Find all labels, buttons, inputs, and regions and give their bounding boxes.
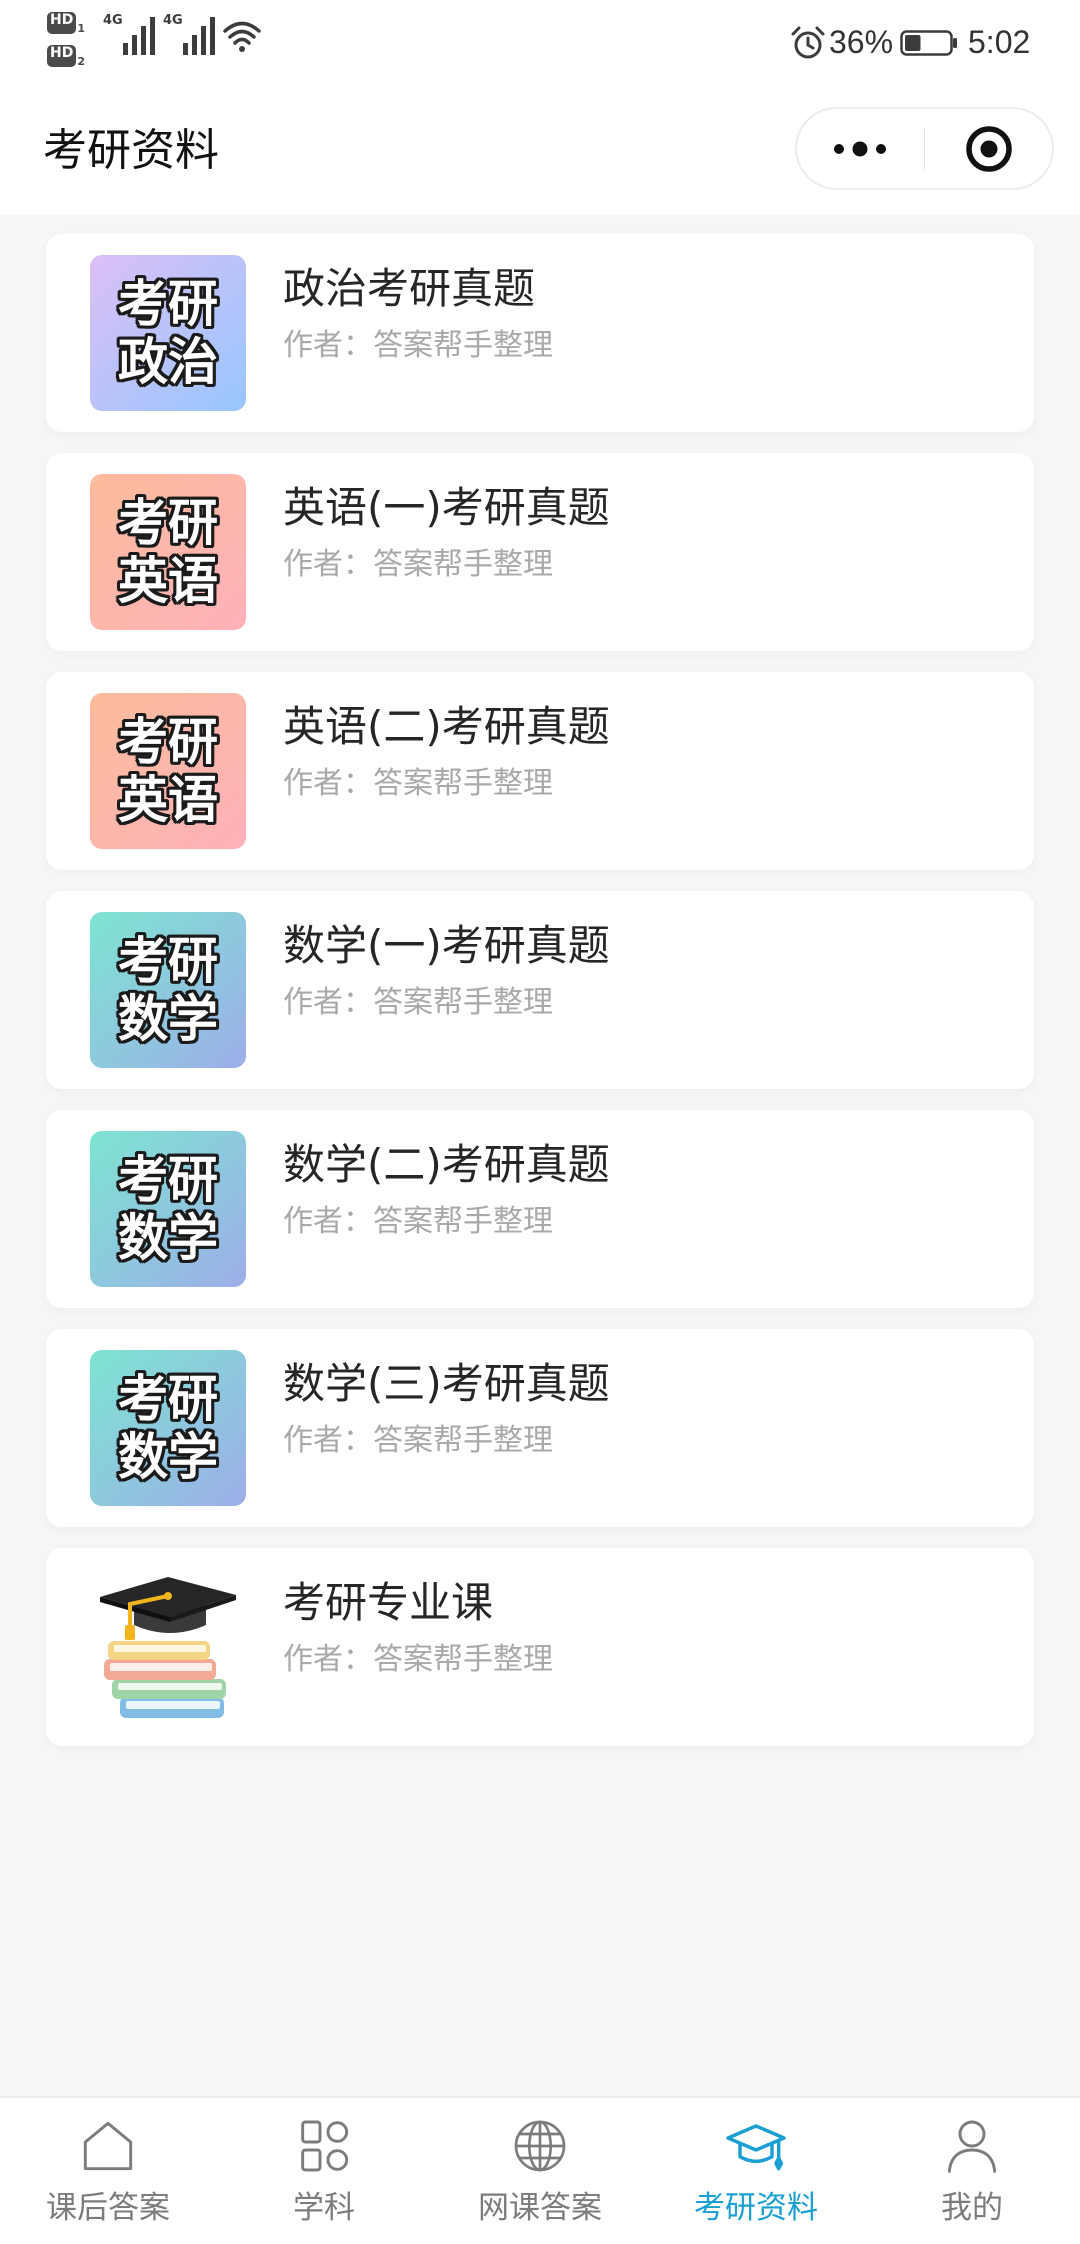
sim1-hd-badge: HD 1 [47, 12, 85, 34]
menu-capsule [795, 107, 1054, 190]
battery-percentage: 36% [829, 24, 894, 60]
list-item[interactable]: 考研 数学 数学(三)考研真题 作者：答案帮手整理 [46, 1329, 1034, 1527]
tab-homework-answers[interactable]: 课后答案 [0, 2098, 216, 2244]
graduation-cap-icon [724, 2114, 788, 2178]
network-type: 4G [163, 13, 183, 28]
item-author: 作者：答案帮手整理 [283, 547, 553, 582]
cover-text: 数学 [118, 1209, 218, 1267]
material-list: 考研 政治 政治考研真题 作者：答案帮手整理 考研 英语 英语(一)考研真题 作… [46, 234, 1034, 1746]
network-type: 4G [103, 13, 123, 28]
hd-label: HD [47, 12, 77, 34]
cover-text: 数学 [118, 1428, 218, 1486]
item-title: 英语(一)考研真题 [283, 483, 610, 532]
item-title: 数学(三)考研真题 [283, 1359, 610, 1408]
cover-text: 考研 [118, 713, 218, 771]
graduation-cap-books-icon [100, 1577, 236, 1718]
item-author: 作者：答案帮手整理 [283, 1423, 553, 1458]
cover-text: 考研 [118, 1370, 218, 1428]
more-button[interactable] [797, 109, 924, 188]
tab-subjects[interactable]: 学科 [216, 2098, 432, 2244]
cover-text: 英语 [118, 552, 218, 610]
hd-label: HD [47, 45, 77, 67]
tab-online-course-answers[interactable]: 网课答案 [432, 2098, 648, 2244]
item-author: 作者：答案帮手整理 [283, 985, 553, 1020]
cover-text: 考研 [118, 1151, 218, 1209]
list-item[interactable]: 考研 政治 政治考研真题 作者：答案帮手整理 [46, 234, 1034, 432]
tab-label: 学科 [293, 2190, 355, 2226]
cover-text: 英语 [118, 771, 218, 829]
item-author: 作者：答案帮手整理 [283, 1642, 553, 1677]
cover-text: 数学 [118, 990, 218, 1048]
cover-image: 考研 英语 [90, 693, 246, 849]
cover-text: 考研 [118, 932, 218, 990]
item-author: 作者：答案帮手整理 [283, 328, 553, 363]
target-icon [965, 125, 1012, 172]
cover-image: 考研 数学 [90, 912, 246, 1068]
battery-icon [900, 30, 957, 56]
list-item[interactable]: 考研 英语 英语(二)考研真题 作者：答案帮手整理 [46, 672, 1034, 870]
page-title: 考研资料 [43, 125, 219, 176]
sim-number: 2 [77, 55, 85, 68]
globe-icon [508, 2114, 572, 2178]
signal-icon: 4G [163, 14, 219, 56]
cover-image: 考研 英语 [90, 474, 246, 630]
tab-me[interactable]: 我的 [864, 2098, 1080, 2244]
cover-image: 考研 政治 [90, 255, 246, 411]
nav-header: 考研资料 [0, 86, 1080, 215]
list-item[interactable]: 考研 数学 数学(二)考研真题 作者：答案帮手整理 [46, 1110, 1034, 1308]
tab-label: 网课答案 [478, 2190, 602, 2226]
tab-exam-materials[interactable]: 考研资料 [648, 2098, 864, 2244]
item-title: 数学(一)考研真题 [283, 921, 610, 970]
wifi-icon [223, 21, 261, 52]
cover-image: 考研 数学 [90, 1131, 246, 1287]
list-item[interactable]: 考研专业课 作者：答案帮手整理 [46, 1548, 1034, 1746]
alarm-icon [791, 26, 825, 59]
cover-text: 政治 [118, 333, 218, 391]
cover-image [90, 1569, 246, 1725]
person-icon [940, 2114, 1004, 2178]
item-author: 作者：答案帮手整理 [283, 766, 553, 801]
clock-time: 5:02 [968, 24, 1031, 60]
item-title: 英语(二)考研真题 [283, 702, 610, 751]
item-title: 考研专业课 [283, 1578, 494, 1627]
signal-icon: 4G [103, 14, 159, 56]
item-author: 作者：答案帮手整理 [283, 1204, 553, 1239]
list-item[interactable]: 考研 数学 数学(一)考研真题 作者：答案帮手整理 [46, 891, 1034, 1089]
cover-image: 考研 数学 [90, 1350, 246, 1506]
status-bar: HD 1 HD 2 4G 4G 36% 5:02 [0, 0, 1080, 86]
tab-label: 课后答案 [46, 2190, 170, 2226]
list-item[interactable]: 考研 英语 英语(一)考研真题 作者：答案帮手整理 [46, 453, 1034, 651]
cover-text: 考研 [118, 275, 218, 333]
sim-number: 1 [77, 22, 85, 35]
cover-text: 考研 [118, 494, 218, 552]
item-title: 政治考研真题 [283, 264, 536, 313]
grid-icon [292, 2114, 356, 2178]
close-button[interactable] [925, 109, 1052, 188]
tab-label: 我的 [941, 2190, 1003, 2226]
sim2-hd-badge: HD 2 [47, 45, 85, 67]
item-title: 数学(二)考研真题 [283, 1140, 610, 1189]
tab-bar: 课后答案 学科 网课答案 考研资料 我的 [0, 2096, 1080, 2244]
home-icon [76, 2114, 140, 2178]
more-dots-icon [834, 141, 887, 156]
tab-label: 考研资料 [694, 2190, 818, 2226]
